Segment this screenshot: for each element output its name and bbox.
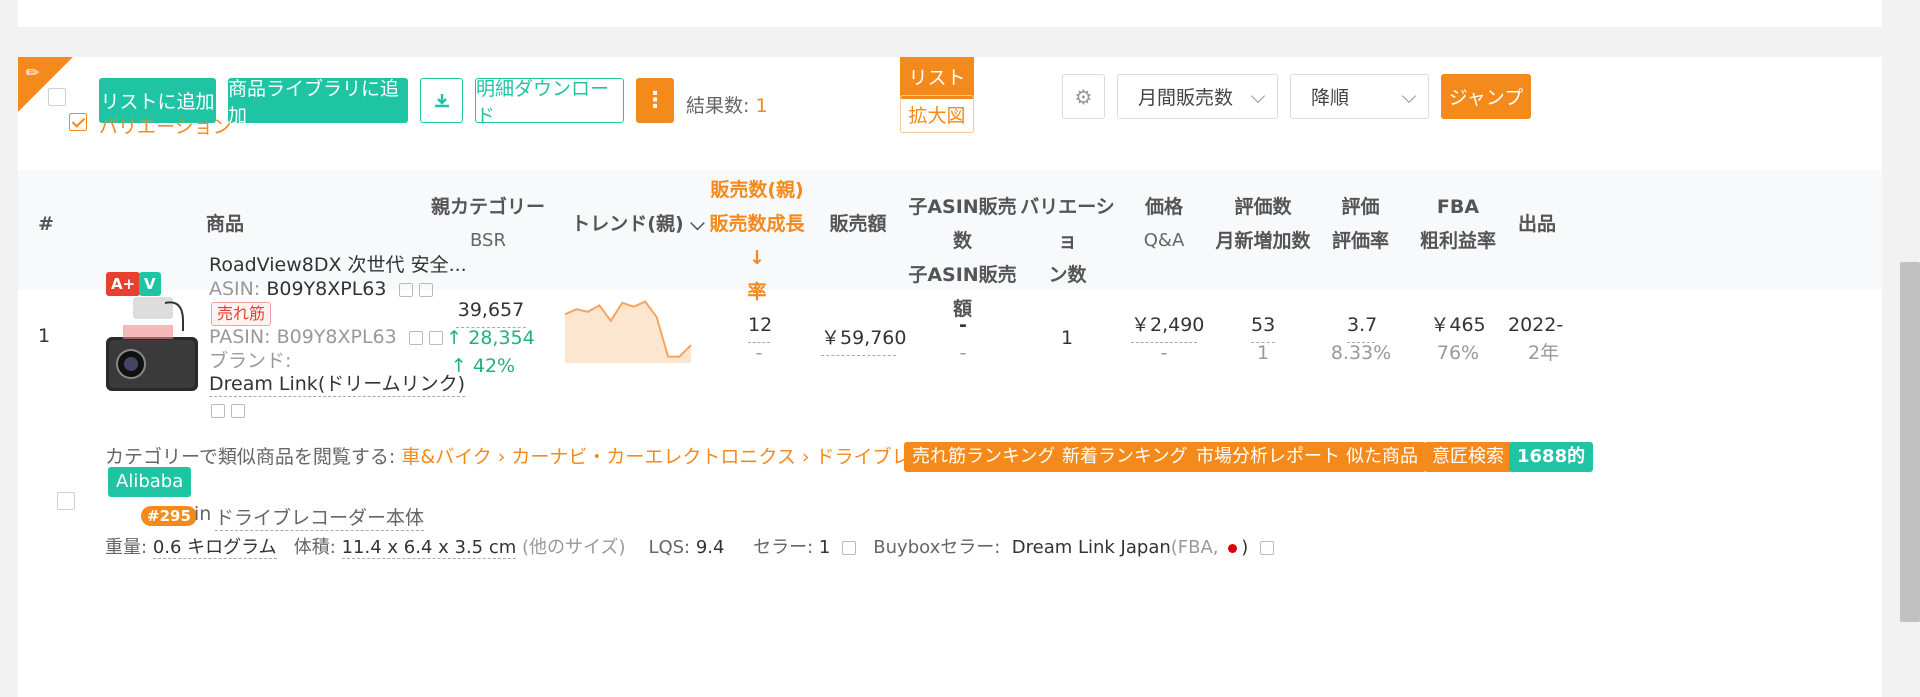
- external-link-icon[interactable]: [418, 282, 433, 297]
- revenue-value[interactable]: ￥59,760: [821, 321, 906, 356]
- col-sales[interactable]: 販売数(親) 販売数成長↓ 率: [702, 173, 812, 309]
- sort-field-select[interactable]: 月間販売数: [1117, 74, 1278, 119]
- variation-checkbox[interactable]: [69, 113, 87, 131]
- select-all-checkbox[interactable]: [48, 88, 66, 106]
- product-table-card: ✎ リストに追加 商品ライブラリに追加 明細ダウンロード ⋮ 結果数: 1 バリ…: [18, 57, 1882, 697]
- seller-count: 1: [818, 537, 831, 558]
- settings-button[interactable]: ⚙: [1062, 74, 1105, 119]
- download-detail-button[interactable]: 明細ダウンロード: [475, 78, 624, 127]
- col-child-asin[interactable]: 子ASIN販売数 子ASIN販売額: [905, 190, 1020, 326]
- trend-sparkline[interactable]: [563, 295, 693, 365]
- chevron-down-icon: [1250, 88, 1266, 104]
- copy-icon[interactable]: [408, 330, 423, 345]
- download-icon: [434, 93, 449, 107]
- specs-line: 重量: 0.6 キログラム 体積: 11.4 x 6.4 x 3.5 cm (他…: [105, 533, 1275, 559]
- more-vertical-icon: ⋮: [644, 87, 666, 113]
- col-price[interactable]: 価格 Q&A: [1124, 190, 1204, 258]
- col-reviews[interactable]: 評価数 月新増加数: [1213, 190, 1313, 258]
- search-1688-button[interactable]: 1688的: [1509, 442, 1594, 472]
- product-image[interactable]: [103, 295, 201, 395]
- col-rating[interactable]: 評価 評価率: [1323, 190, 1398, 258]
- col-fba[interactable]: FBA 粗利益率: [1413, 190, 1503, 258]
- listed-age: 2年: [1528, 342, 1560, 364]
- pasin-value[interactable]: B09Y8XPL63: [277, 326, 397, 348]
- more-menu-button[interactable]: ⋮: [636, 78, 674, 123]
- external-link-icon[interactable]: [231, 403, 245, 418]
- col-trend[interactable]: トレンド(親) ⌵: [568, 207, 708, 241]
- brand-actions: [211, 399, 245, 421]
- brand-label: ブランド:: [209, 350, 292, 372]
- view-zoom-button[interactable]: 拡大図: [900, 95, 974, 133]
- external-link-icon[interactable]: [428, 330, 443, 345]
- sales-growth: -: [755, 342, 763, 364]
- asin-line: ASIN: B09Y8XPL63: [209, 277, 433, 301]
- external-link-icon[interactable]: [1260, 541, 1275, 555]
- col-product[interactable]: 商品: [190, 207, 260, 241]
- rank-in: in: [194, 503, 212, 525]
- variation-label: バリエーション: [99, 116, 232, 138]
- copy-icon[interactable]: [211, 403, 225, 418]
- jump-button[interactable]: ジャンプ: [1441, 74, 1531, 119]
- col-listed[interactable]: 出品: [1518, 207, 1578, 241]
- lqs-value: 9.4: [695, 537, 725, 558]
- product-title[interactable]: RoadView8DX 次世代 安全...: [209, 253, 467, 277]
- market-report-button[interactable]: 市場分析レポート: [1188, 442, 1348, 472]
- similar-products-button[interactable]: 似た商品: [1338, 442, 1426, 472]
- seller-country-dot: [1228, 543, 1238, 553]
- aplus-badge: A+: [106, 272, 141, 296]
- row-index: 1: [38, 325, 51, 347]
- rating-rate: 8.33%: [1330, 342, 1392, 364]
- result-count-label: 結果数: 1: [686, 95, 768, 117]
- copy-icon[interactable]: [398, 282, 413, 297]
- view-list-button[interactable]: リスト: [900, 57, 974, 99]
- buybox-seller[interactable]: Dream Link Japan: [1012, 537, 1171, 558]
- bestseller-badge: 売れ筋: [211, 302, 272, 326]
- brand-value[interactable]: Dream Link(ドリームリンク): [209, 372, 466, 397]
- qa-value: -: [1160, 342, 1168, 364]
- col-variations[interactable]: バリエーショ ン数: [1015, 190, 1120, 292]
- weight-value: 0.6 キログラム: [152, 537, 277, 559]
- result-count: 1: [755, 95, 768, 117]
- rank-badge: #295: [141, 506, 197, 526]
- other-sizes-link[interactable]: (他のサイズ): [522, 537, 626, 558]
- child-revenue: -: [959, 342, 967, 364]
- col-revenue[interactable]: 販売額: [818, 207, 898, 241]
- volume-value: 11.4 x 6.4 x 3.5 cm: [341, 537, 517, 559]
- col-bsr[interactable]: 親カテゴリー BSR: [428, 190, 548, 258]
- asin-value[interactable]: B09Y8XPL63: [266, 278, 386, 300]
- row-checkbox[interactable]: [57, 492, 75, 510]
- design-search-button[interactable]: 意匠検索: [1424, 442, 1512, 472]
- download-button[interactable]: [420, 78, 463, 123]
- alibaba-button[interactable]: Alibaba: [108, 467, 192, 497]
- bsr-change-pct: ↑ 42%: [450, 355, 516, 377]
- scrollbar-thumb[interactable]: [1900, 262, 1920, 622]
- rank-category-link[interactable]: ドライブレコーダー本体: [215, 503, 425, 531]
- reviews-new: 1: [1256, 342, 1270, 364]
- add-to-library-button[interactable]: 商品ライブラリに追加: [228, 78, 408, 127]
- chevron-down-icon: [1401, 88, 1417, 104]
- bestseller-ranking-button[interactable]: 売れ筋ランキング: [904, 442, 1064, 472]
- sort-order-select[interactable]: 降順: [1290, 74, 1429, 119]
- gear-icon: ⚙: [1074, 84, 1093, 109]
- external-link-icon[interactable]: [842, 541, 857, 555]
- gross-margin: 76%: [1436, 342, 1480, 364]
- new-ranking-button[interactable]: 新着ランキング: [1054, 442, 1196, 472]
- col-index: #: [38, 213, 54, 235]
- variation-badge: V: [139, 272, 161, 296]
- top-card: [18, 0, 1882, 27]
- variation-count: 1: [1060, 327, 1074, 349]
- pasin-line: PASIN: B09Y8XPL63: [209, 325, 443, 349]
